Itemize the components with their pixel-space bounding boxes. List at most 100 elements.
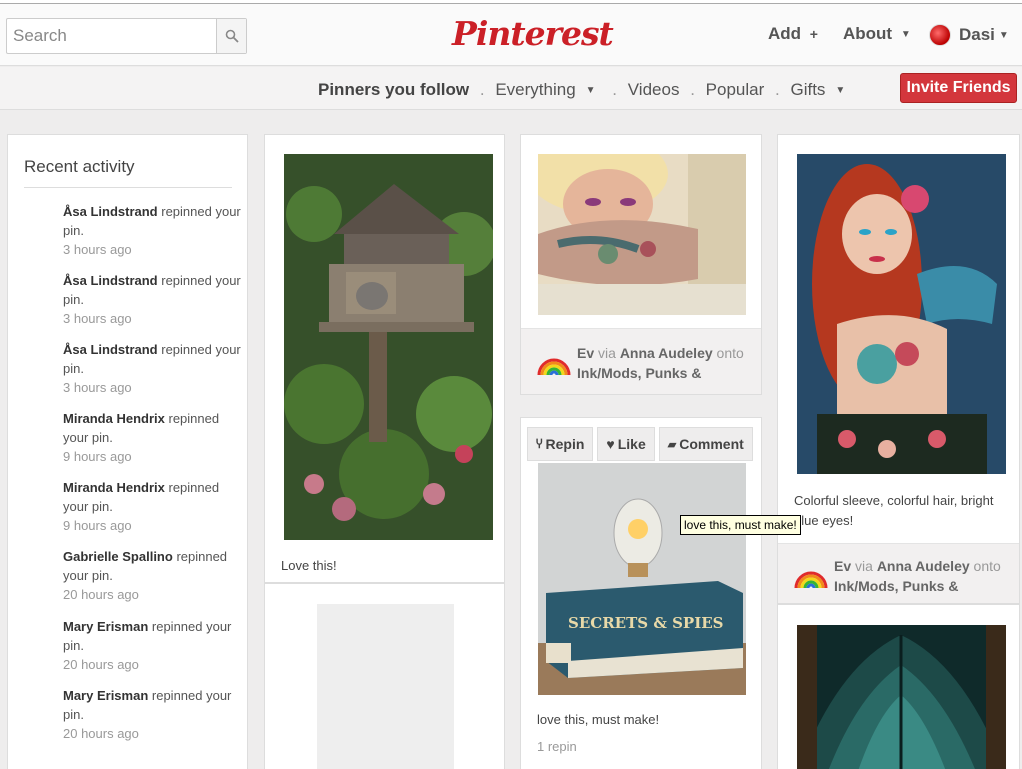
activity-time: 20 hours ago (63, 726, 139, 741)
nav-separator: . (612, 80, 618, 99)
pin-description: love this, must make! (537, 712, 660, 727)
activity-time: 3 hours ago (63, 380, 132, 395)
nav-separator: . (775, 80, 780, 99)
attribution-board[interactable]: Ink/Mods, Punks & (577, 365, 701, 381)
activity-time: 20 hours ago (63, 657, 139, 672)
pin-card[interactable]: Love this! (264, 134, 505, 583)
nav-pinners-you-follow[interactable]: Pinners you follow (318, 80, 469, 99)
pin-card[interactable]: Colorful sleeve, colorful hair, bright b… (777, 134, 1020, 604)
book-title: SECRETS & SPIES (568, 614, 723, 632)
comment-label: Comment (679, 436, 744, 452)
activity-time: 3 hours ago (63, 242, 132, 257)
nav-everything-label: Everything (495, 80, 576, 99)
pin-image-placeholder[interactable] (317, 604, 454, 769)
caret-down-icon: ▼ (835, 85, 846, 97)
heart-icon: ♥ (606, 436, 615, 452)
attribution-source[interactable]: Anna Audeley (877, 558, 970, 574)
pin-image[interactable] (538, 154, 746, 315)
activity-item: Mary Erisman repinned your pin. 20 hours… (63, 617, 241, 674)
pin-image[interactable]: SECRETS & SPIES (538, 463, 746, 695)
caret-down-icon: ▼ (585, 85, 596, 97)
activity-item: Gabrielle Spallino repinned your pin. 20… (63, 547, 241, 604)
book-lamp-image: SECRETS & SPIES (538, 463, 746, 695)
user-menu[interactable]: Dasi ▼ (929, 24, 1009, 46)
divider (24, 187, 232, 188)
repin-count[interactable]: 1 repin (537, 739, 577, 754)
attribution-user[interactable]: Ev (834, 558, 851, 574)
nav-popular[interactable]: Popular (706, 80, 765, 99)
activity-item: Miranda Hendrix repinned your pin. 9 hou… (63, 478, 241, 535)
nav-gifts-label: Gifts (790, 80, 826, 99)
activity-user[interactable]: Mary Erisman (63, 619, 148, 634)
caret-down-icon: ▼ (900, 29, 911, 41)
attribution-text: Ev via Anna Audeley onto Ink/Mods, Punks… (834, 556, 1016, 596)
pin-card[interactable] (264, 583, 505, 769)
rainbow-avatar[interactable] (794, 556, 828, 590)
activity-user[interactable]: Mary Erisman (63, 688, 148, 703)
activity-time: 20 hours ago (63, 587, 139, 602)
pinterest-logo[interactable]: Pinterest (452, 14, 614, 58)
pin-attribution: Ev via Anna Audeley onto Ink/Mods, Punks… (778, 543, 1019, 603)
recent-activity-panel: Recent activity Åsa Lindstrand repinned … (7, 134, 248, 769)
activity-user[interactable]: Miranda Hendrix (63, 411, 165, 426)
nav-gifts[interactable]: Gifts ▼ (790, 80, 851, 99)
attribution-via: via (598, 345, 616, 361)
like-label: Like (617, 436, 646, 452)
activity-user[interactable]: Åsa Lindstrand (63, 204, 158, 219)
attribution-user[interactable]: Ev (577, 345, 594, 361)
attribution-source[interactable]: Anna Audeley (620, 345, 713, 361)
activity-user[interactable]: Gabrielle Spallino (63, 549, 173, 564)
pin-card[interactable]: Ev via Anna Audeley onto Ink/Mods, Punks… (520, 134, 762, 395)
pin-image[interactable] (797, 154, 1006, 474)
about-menu[interactable]: About ▼ (843, 24, 911, 44)
tattoo-redhead-image (797, 154, 1006, 474)
tooltip: love this, must make! (680, 515, 801, 535)
like-button[interactable]: ♥ Like (597, 427, 655, 461)
activity-time: 9 hours ago (63, 449, 132, 464)
comment-icon: ▰ (667, 438, 677, 451)
search-icon (225, 29, 239, 43)
pin-description: Colorful sleeve, colorful hair, bright b… (794, 493, 994, 528)
attribution-board[interactable]: Ink/Mods, Punks & (834, 578, 958, 594)
pin-description: Love this! (281, 558, 337, 573)
attribution-onto: onto (716, 345, 744, 361)
invite-friends-button[interactable]: Invite Friends (900, 73, 1017, 103)
recent-activity-title: Recent activity (24, 157, 135, 176)
tattoo-woman-image (538, 154, 746, 315)
activity-user[interactable]: Miranda Hendrix (63, 480, 165, 495)
pin-image[interactable] (284, 154, 493, 540)
header: Pinterest Add + About ▼ Dasi ▼ (0, 4, 1022, 66)
activity-time: 3 hours ago (63, 311, 132, 326)
activity-user[interactable]: Åsa Lindstrand (63, 342, 158, 357)
nav-everything[interactable]: Everything ▼ (495, 80, 601, 99)
pin-attribution: Ev via Anna Audeley onto Ink/Mods, Punks… (521, 328, 761, 394)
activity-item: Åsa Lindstrand repinned your pin. 3 hour… (63, 202, 241, 259)
comment-button[interactable]: ▰ Comment (658, 427, 753, 461)
nav-separator: . (479, 80, 485, 99)
activity-item: Miranda Hendrix repinned your pin. 9 hou… (63, 409, 241, 466)
sub-navigation: Pinners you follow . Everything ▼ . Video… (0, 67, 1022, 110)
add-label: Add (768, 24, 802, 43)
search-button[interactable] (216, 19, 246, 53)
repin-label: Repin (545, 436, 585, 452)
repin-button[interactable]: Ⴤ Repin (527, 427, 594, 461)
nav-videos[interactable]: Videos (628, 80, 680, 99)
pin-actions: Ⴤ Repin ♥ Like ▰ Comment (527, 427, 757, 461)
pin-image[interactable] (797, 625, 1006, 769)
search-input[interactable] (7, 19, 217, 53)
pin-card[interactable] (777, 604, 1020, 769)
pin-icon: Ⴤ (536, 438, 543, 451)
activity-user[interactable]: Åsa Lindstrand (63, 273, 158, 288)
search-box (6, 18, 247, 54)
activity-item: Åsa Lindstrand repinned your pin. 3 hour… (63, 271, 241, 328)
avatar (929, 24, 951, 46)
activity-item: Åsa Lindstrand repinned your pin. 3 hour… (63, 340, 241, 397)
attribution-onto: onto (973, 558, 1001, 574)
add-menu[interactable]: Add + (768, 24, 818, 44)
attribution-text: Ev via Anna Audeley onto Ink/Mods, Punks… (577, 343, 757, 383)
attribution-via: via (855, 558, 873, 574)
about-label: About (843, 24, 893, 43)
pin-card[interactable]: SECRETS & SPIES love this, must make! 1 … (520, 417, 762, 769)
user-name: Dasi (959, 25, 995, 44)
rainbow-avatar[interactable] (537, 343, 571, 377)
